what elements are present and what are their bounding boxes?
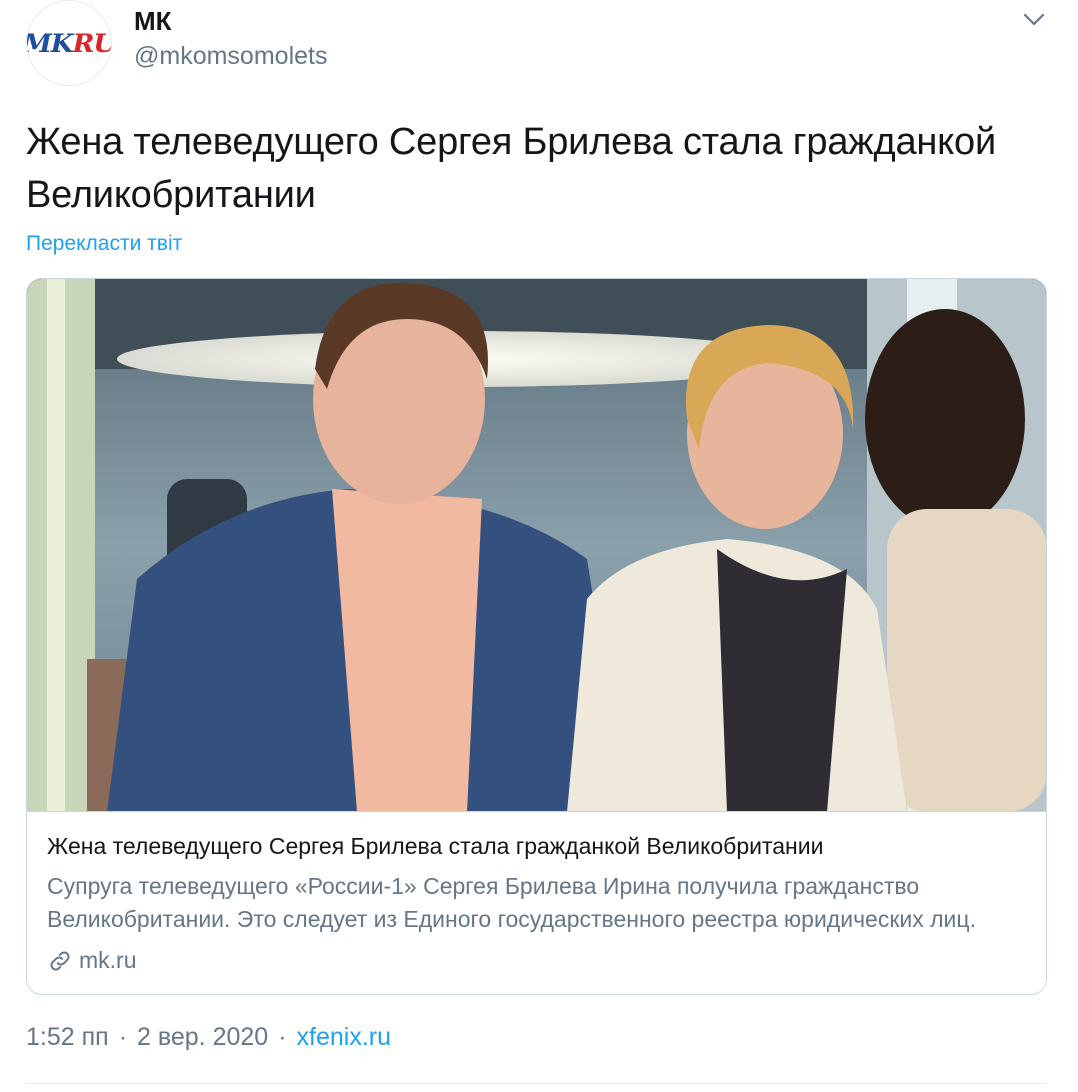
tweet-meta: 1:52 пп · 2 вер. 2020 · xfenix.ru <box>26 1023 391 1052</box>
card-image <box>27 279 1046 812</box>
author-name[interactable]: МК <box>134 6 172 37</box>
card-domain: mk.ru <box>47 947 137 974</box>
author-handle[interactable]: @mkomsomolets <box>134 42 327 71</box>
tweet-source-link[interactable]: xfenix.ru <box>297 1023 391 1052</box>
tweet: MKRU МК @mkomsomolets Жена телеведущего … <box>0 0 1078 1092</box>
card-description: Супруга телеведущего «России-1» Сергея Б… <box>47 873 976 932</box>
tweet-time[interactable]: 1:52 пп <box>26 1023 109 1052</box>
tweet-date[interactable]: 2 вер. 2020 <box>137 1023 268 1052</box>
link-icon <box>47 948 73 974</box>
card-title: Жена телеведущего Сергея Брилева стала г… <box>47 833 824 859</box>
translate-tweet-link[interactable]: Перекласти твіт <box>26 232 182 256</box>
meta-separator: · <box>278 1023 287 1051</box>
tweet-menu-button[interactable] <box>1018 8 1050 36</box>
meta-separator: · <box>118 1023 128 1051</box>
avatar[interactable]: MKRU <box>26 0 112 86</box>
mk-logo: MKRU <box>26 28 112 58</box>
card-domain-text: mk.ru <box>79 947 137 973</box>
divider <box>26 1083 1047 1084</box>
chevron-down-icon <box>1023 13 1045 32</box>
tweet-text: Жена телеведущего Сергея Брилева стала г… <box>26 121 996 216</box>
link-card[interactable]: Жена телеведущего Сергея Брилева стала г… <box>26 278 1047 995</box>
